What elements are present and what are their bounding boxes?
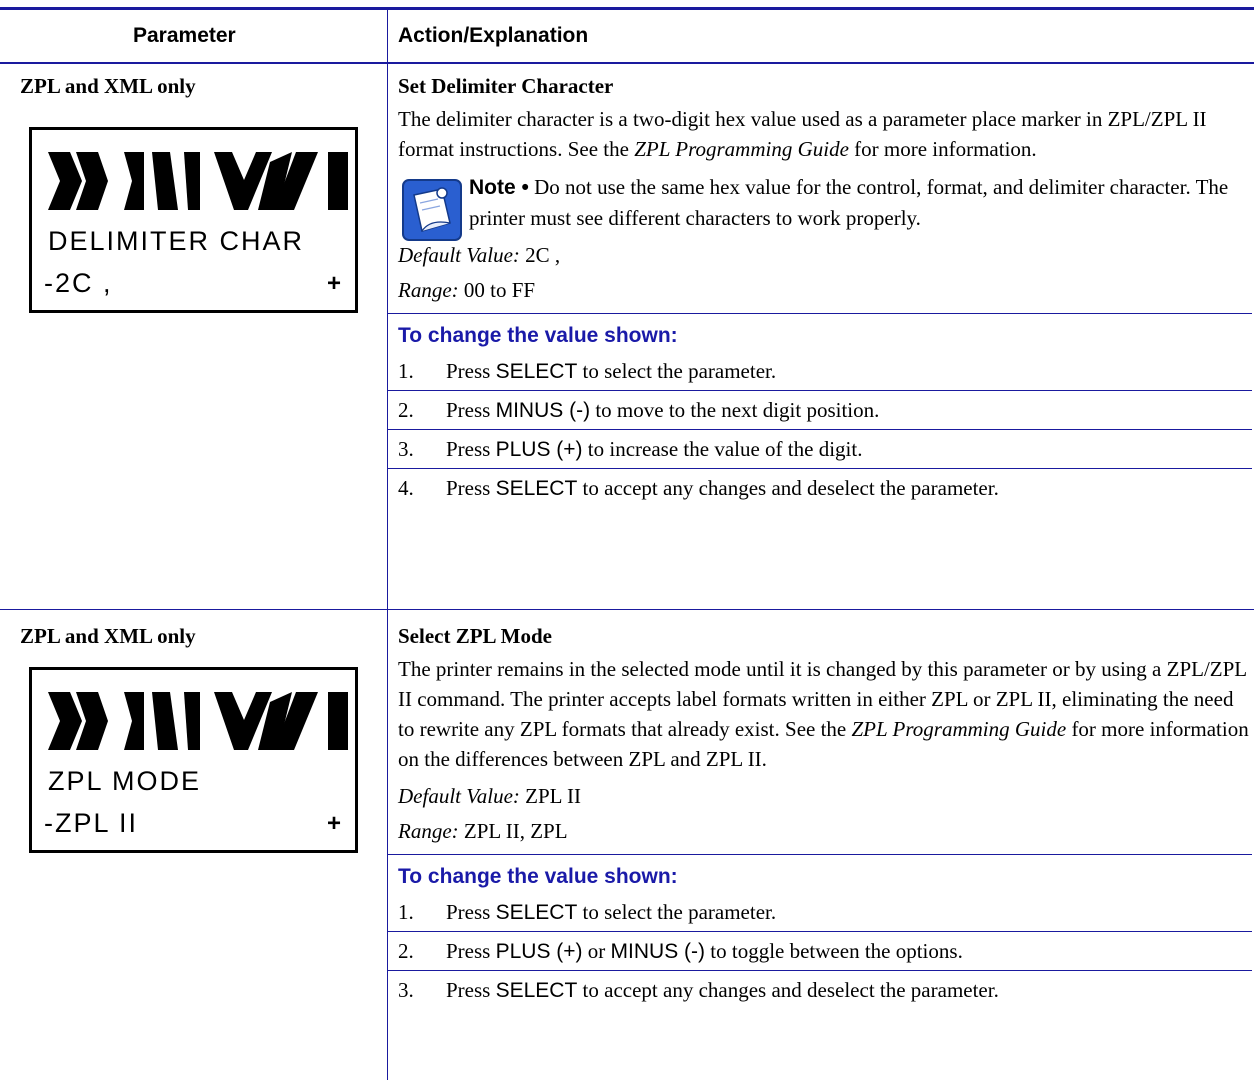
- row1-param-name: ZPL and XML only: [20, 74, 196, 98]
- row2-lcd-display: ZPL MODE -ZPL II +: [29, 667, 358, 853]
- row1-description: The delimiter character is a two-digit h…: [398, 104, 1250, 164]
- manual-page: Parameter Action/Explanation ZPL and XML…: [0, 0, 1254, 1080]
- default-value: 2C ,: [519, 243, 561, 267]
- header-parameter: Parameter: [133, 24, 236, 47]
- default-label: Default Value:: [398, 784, 520, 808]
- step-key: SELECT: [495, 900, 578, 924]
- zebra-logo-icon: [48, 692, 348, 750]
- note-text: Note • Do not use the same hex value for…: [469, 172, 1250, 233]
- row2-title: Select ZPL Mode: [398, 624, 552, 648]
- step-text: Press: [446, 977, 496, 1002]
- range-label: Range:: [398, 819, 459, 843]
- step-text: or: [582, 938, 611, 963]
- row2-description: The printer remains in the selected mode…: [398, 654, 1250, 774]
- row2-range: Range: ZPL II, ZPL: [398, 819, 1250, 844]
- desc-text-end: for more information.: [848, 137, 1037, 161]
- step-key: SELECT: [495, 476, 578, 500]
- note-callout: Note • Do not use the same hex value for…: [398, 172, 1250, 241]
- step-text: to select the parameter.: [577, 899, 777, 924]
- step-key: PLUS (+): [495, 939, 583, 963]
- step-number: 2.: [398, 397, 414, 422]
- guide-reference: ZPL Programming Guide: [634, 137, 849, 161]
- row2-howto-heading: To change the value shown:: [398, 865, 678, 888]
- range-label: Range:: [398, 278, 459, 302]
- row2-explanation: Select ZPL Mode The printer remains in t…: [387, 624, 1252, 1009]
- step-text: to accept any changes and deselect the p…: [577, 475, 999, 500]
- step-text: to increase the value of the digit.: [582, 436, 863, 461]
- row1-range: Range: 00 to FF: [398, 278, 1250, 303]
- step-number: 1.: [398, 358, 414, 383]
- column-divider: [387, 10, 388, 1080]
- step-item: 1. Press SELECT to select the parameter.: [398, 352, 1250, 390]
- step-key: MINUS (-): [610, 939, 706, 963]
- step-key: SELECT: [495, 359, 578, 383]
- step-item: 3. Press SELECT to accept any changes and…: [398, 971, 1250, 1009]
- note-pad-icon: [402, 179, 462, 241]
- row1-howto-heading: To change the value shown:: [398, 324, 678, 347]
- step-text: to select the parameter.: [577, 358, 777, 383]
- lcd-plus-indicator: +: [326, 270, 341, 297]
- step-text: to move to the next digit position.: [590, 397, 880, 422]
- note-body: Do not use the same hex value for the co…: [469, 175, 1229, 230]
- header-rule: [0, 62, 1254, 64]
- step-item: 2. Press MINUS (-) to move to the next di…: [398, 391, 1250, 429]
- step-text: Press: [446, 899, 496, 924]
- header-action: Action/Explanation: [398, 24, 589, 47]
- row1-title: Set Delimiter Character: [398, 74, 614, 98]
- step-text: to toggle between the options.: [705, 938, 963, 963]
- note-label: Note •: [469, 176, 529, 199]
- step-text: to accept any changes and deselect the p…: [577, 977, 999, 1002]
- step-number: 1.: [398, 899, 414, 924]
- row1-default: Default Value: 2C ,: [398, 243, 1250, 268]
- step-text: Press: [446, 436, 496, 461]
- step-item: 4. Press SELECT to accept any changes and…: [398, 469, 1250, 507]
- lcd-line-value: -ZPL II: [44, 808, 139, 838]
- lcd-line-label: DELIMITER CHAR: [48, 226, 305, 256]
- guide-reference: ZPL Programming Guide: [851, 717, 1067, 741]
- step-item: 2. Press PLUS (+) or MINUS (-) to toggle …: [398, 932, 1250, 970]
- range-value: 00 to FF: [458, 278, 536, 302]
- step-text: Press: [446, 358, 496, 383]
- row2-param-name: ZPL and XML only: [20, 624, 196, 648]
- row1-lcd-display: DELIMITER CHAR -2C , +: [29, 127, 358, 313]
- range-value: ZPL II, ZPL: [458, 819, 568, 843]
- zebra-logo-icon: [48, 152, 348, 210]
- step-text: Press: [446, 397, 496, 422]
- step-number: 2.: [398, 938, 414, 963]
- default-label: Default Value:: [398, 243, 520, 267]
- step-number: 4.: [398, 475, 414, 500]
- row2-default: Default Value: ZPL II: [398, 784, 1250, 809]
- separator: [387, 854, 1252, 855]
- step-text: Press: [446, 475, 496, 500]
- table-top-rule: [0, 7, 1254, 10]
- step-key: SELECT: [495, 978, 578, 1002]
- lcd-plus-indicator: +: [326, 810, 341, 837]
- step-key: PLUS (+): [495, 437, 583, 461]
- lcd-line-value: -2C ,: [44, 268, 113, 298]
- separator: [387, 313, 1252, 314]
- step-key: MINUS (-): [495, 398, 591, 422]
- step-text: Press: [446, 938, 496, 963]
- default-value: ZPL II: [519, 784, 581, 808]
- step-item: 3. Press PLUS (+) to increase the value o…: [398, 430, 1250, 468]
- row1-explanation: Set Delimiter Character The delimiter ch…: [387, 74, 1252, 507]
- step-item: 1. Press SELECT to select the parameter.: [398, 893, 1250, 931]
- step-number: 3.: [398, 436, 414, 461]
- step-number: 3.: [398, 977, 414, 1002]
- row-divider: [0, 609, 1254, 610]
- lcd-line-label: ZPL MODE: [48, 766, 202, 796]
